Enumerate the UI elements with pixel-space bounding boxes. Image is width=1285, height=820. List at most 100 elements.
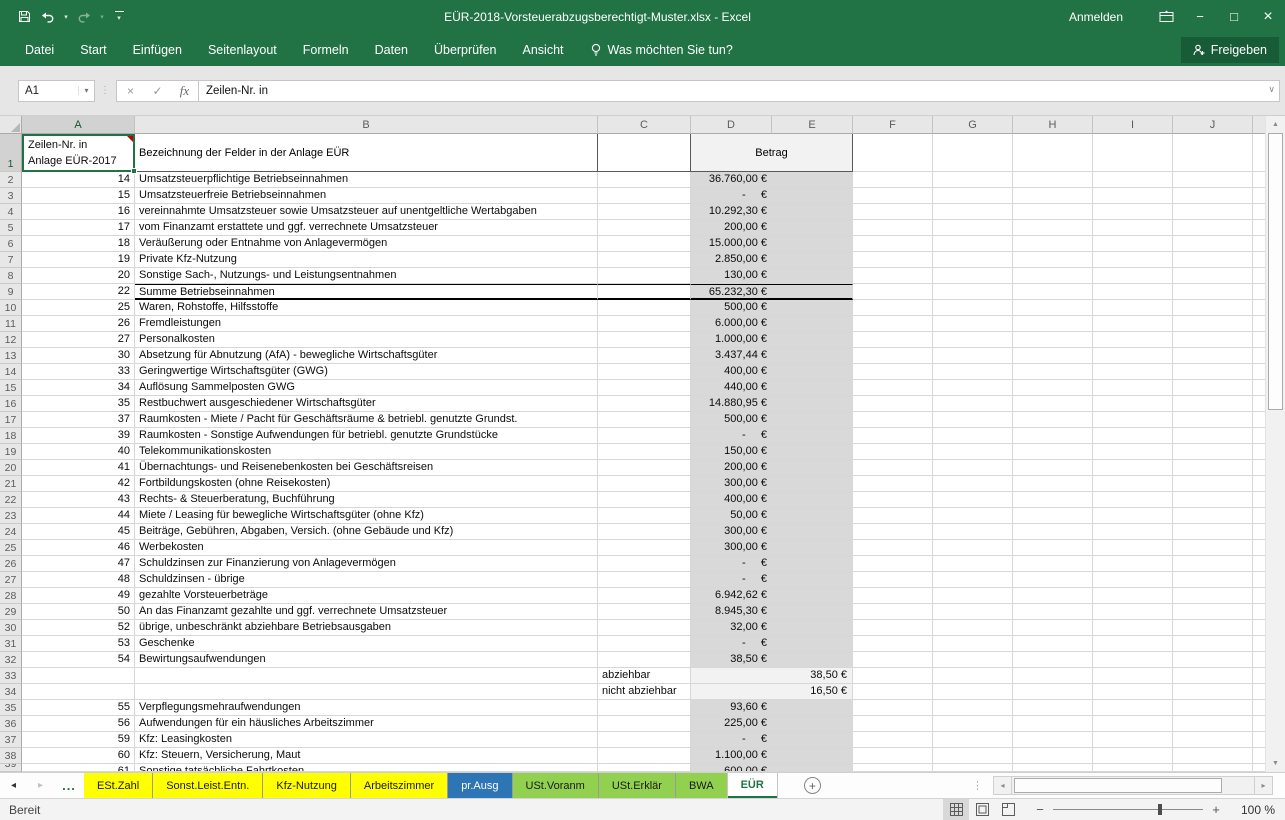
cell-amount[interactable]: 6.000,00 €: [691, 316, 853, 332]
cell-empty[interactable]: [933, 220, 1013, 236]
cell-note[interactable]: [598, 396, 691, 412]
cell-empty[interactable]: [1173, 748, 1253, 764]
cell-empty[interactable]: [1013, 540, 1093, 556]
cell-empty[interactable]: [1173, 636, 1253, 652]
cell-empty[interactable]: [1173, 268, 1253, 284]
cell-note[interactable]: [598, 604, 691, 620]
cell-empty[interactable]: [933, 364, 1013, 380]
cell-empty[interactable]: [853, 572, 933, 588]
cell-line-number[interactable]: 33: [22, 364, 135, 380]
cell-empty[interactable]: [1093, 604, 1173, 620]
cell-empty[interactable]: [1013, 268, 1093, 284]
cell-line-number[interactable]: 48: [22, 572, 135, 588]
cell-empty[interactable]: [933, 236, 1013, 252]
cell-empty[interactable]: [933, 134, 1013, 172]
cell-empty[interactable]: [1173, 540, 1253, 556]
ribbon-tab-ansicht[interactable]: Ansicht: [510, 33, 577, 66]
cell-empty[interactable]: [1173, 300, 1253, 316]
cell-empty[interactable]: [1093, 188, 1173, 204]
cell-amount[interactable]: 300,00 €: [691, 540, 853, 556]
cell-empty[interactable]: [1093, 204, 1173, 220]
more-sheets-button[interactable]: ...: [54, 773, 84, 798]
row-header-26[interactable]: 26: [0, 556, 22, 572]
cell-amount[interactable]: 2.850,00 €: [691, 252, 853, 268]
cell-empty[interactable]: [1013, 668, 1093, 684]
cell-empty[interactable]: [1093, 412, 1173, 428]
cell-empty[interactable]: [1013, 636, 1093, 652]
cell-empty[interactable]: [1093, 268, 1173, 284]
cell-empty[interactable]: [1013, 134, 1093, 172]
cell-description[interactable]: Raumkosten - Miete / Pacht für Geschäfts…: [135, 412, 598, 428]
cell-empty[interactable]: [1013, 188, 1093, 204]
cell-description[interactable]: übrige, unbeschränkt abziehbare Betriebs…: [135, 620, 598, 636]
cell-empty[interactable]: [933, 428, 1013, 444]
cell-note[interactable]: [598, 252, 691, 268]
cell-empty[interactable]: [1093, 364, 1173, 380]
cell-empty[interactable]: [1173, 604, 1253, 620]
cell-empty[interactable]: [1013, 700, 1093, 716]
cell-empty[interactable]: [1093, 732, 1173, 748]
column-header-A[interactable]: A: [22, 116, 135, 134]
cell-amount[interactable]: 93,60 €: [691, 700, 853, 716]
cell-description[interactable]: An das Finanzamt gezahlte und ggf. verre…: [135, 604, 598, 620]
cell-empty[interactable]: [933, 332, 1013, 348]
cell-note[interactable]: [598, 556, 691, 572]
cell-empty[interactable]: [1093, 700, 1173, 716]
cell-description[interactable]: Bewirtungsaufwendungen: [135, 652, 598, 668]
cell-empty[interactable]: [1013, 764, 1093, 772]
cell-note[interactable]: [598, 220, 691, 236]
cell-empty[interactable]: [1093, 716, 1173, 732]
ribbon-tab-einfügen[interactable]: Einfügen: [120, 33, 195, 66]
cell-empty[interactable]: [853, 172, 933, 188]
cell-empty[interactable]: [1013, 284, 1093, 300]
cell-empty[interactable]: [1093, 540, 1173, 556]
cell-line-number[interactable]: 20: [22, 268, 135, 284]
cell-empty[interactable]: [933, 700, 1013, 716]
row-header-37[interactable]: 37: [0, 732, 22, 748]
cell-empty[interactable]: [1173, 700, 1253, 716]
cell-empty[interactable]: [1173, 668, 1253, 684]
fill-handle[interactable]: [131, 168, 137, 174]
cell-note[interactable]: [598, 316, 691, 332]
cell-empty[interactable]: [1013, 220, 1093, 236]
cell-empty[interactable]: [933, 188, 1013, 204]
cell-empty[interactable]: [853, 620, 933, 636]
column-header-D[interactable]: D: [691, 116, 772, 134]
cell-empty[interactable]: [1093, 300, 1173, 316]
cell-empty[interactable]: [1173, 652, 1253, 668]
cell-empty[interactable]: [1013, 572, 1093, 588]
cell-empty[interactable]: [933, 716, 1013, 732]
row-header-13[interactable]: 13: [0, 348, 22, 364]
add-sheet-button[interactable]: +: [804, 777, 821, 794]
cell-note[interactable]: [598, 300, 691, 316]
cell-line-number[interactable]: 37: [22, 412, 135, 428]
cell-empty[interactable]: [1093, 428, 1173, 444]
cell-description[interactable]: Miete / Leasing für bewegliche Wirtschaf…: [135, 508, 598, 524]
cell-line-number[interactable]: 43: [22, 492, 135, 508]
column-header-C[interactable]: C: [598, 116, 691, 134]
cell-note[interactable]: [598, 412, 691, 428]
cell-line-number[interactable]: 14: [22, 172, 135, 188]
cell-description[interactable]: Fremdleistungen: [135, 316, 598, 332]
cell-empty[interactable]: [1013, 428, 1093, 444]
cell-empty[interactable]: [853, 652, 933, 668]
cell-empty[interactable]: [1093, 668, 1173, 684]
cell-empty[interactable]: [853, 492, 933, 508]
cell-empty[interactable]: [853, 236, 933, 252]
cell-amount[interactable]: 16,50 €: [691, 684, 853, 700]
cell-empty[interactable]: [1173, 460, 1253, 476]
cell-amount[interactable]: 15.000,00 €: [691, 236, 853, 252]
name-box-caret-icon[interactable]: ▾: [78, 86, 94, 95]
scroll-left-icon[interactable]: ◂: [993, 776, 1012, 795]
column-header-B[interactable]: B: [135, 116, 598, 134]
cell-empty[interactable]: [933, 588, 1013, 604]
row-header-18[interactable]: 18: [0, 428, 22, 444]
cell-empty[interactable]: [1173, 556, 1253, 572]
cell-betrag-header[interactable]: Betrag: [691, 134, 853, 172]
scroll-up-icon[interactable]: ▲: [1266, 116, 1285, 133]
cell-empty[interactable]: [1013, 476, 1093, 492]
cell-empty[interactable]: [1093, 620, 1173, 636]
cell-description[interactable]: Übernachtungs- und Reisenebenkosten bei …: [135, 460, 598, 476]
cell-description[interactable]: Personalkosten: [135, 332, 598, 348]
cell-empty[interactable]: [1013, 332, 1093, 348]
